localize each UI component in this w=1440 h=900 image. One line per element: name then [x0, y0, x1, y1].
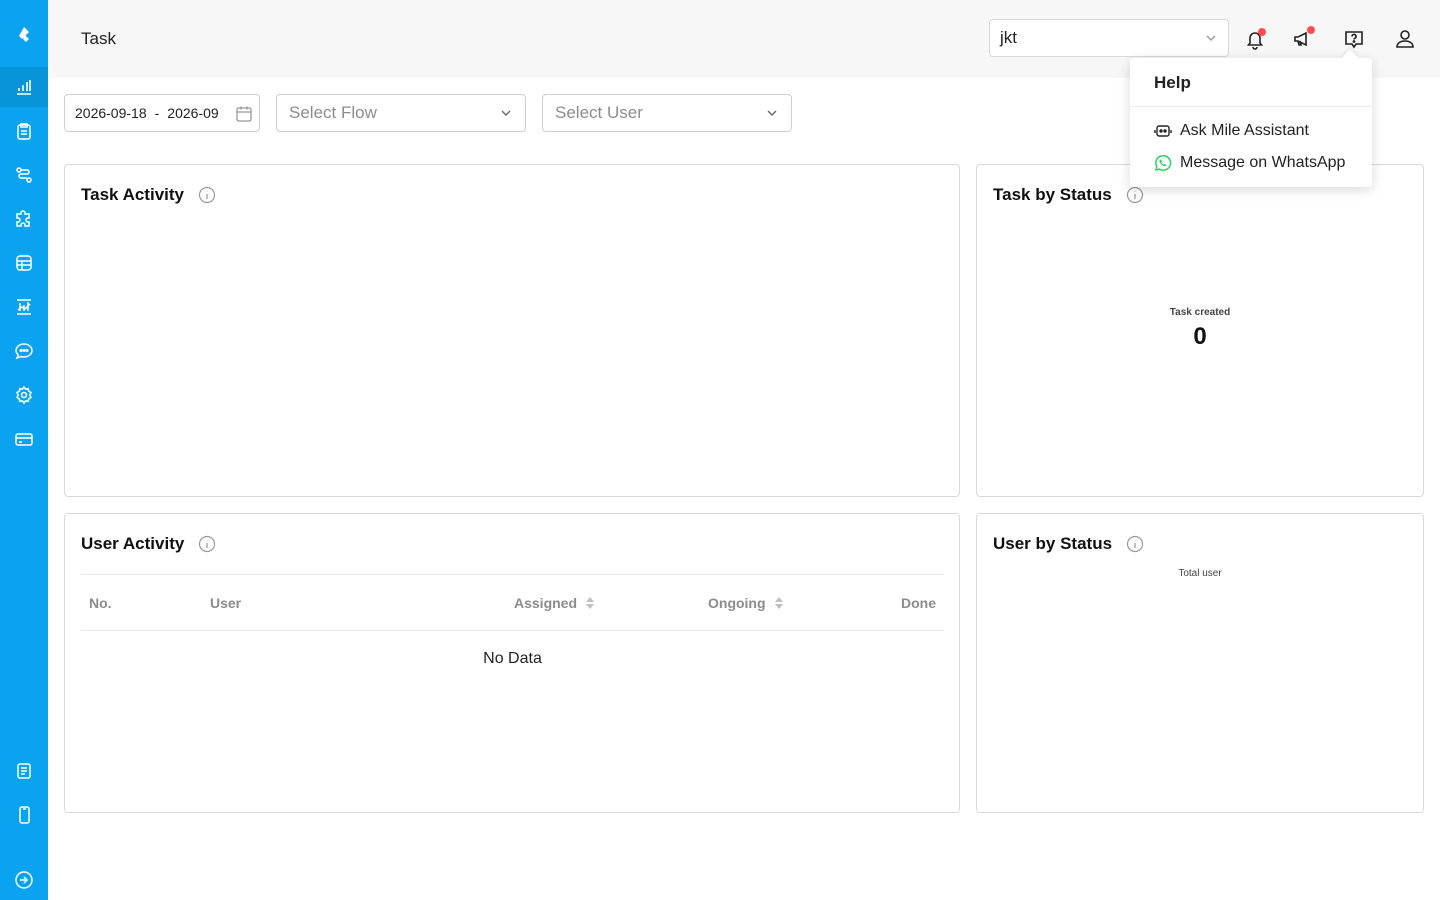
sidebar — [0, 0, 48, 900]
chevron-down-icon — [501, 110, 511, 116]
sidebar-item-flow[interactable] — [0, 155, 48, 195]
info-icon[interactable] — [198, 535, 216, 553]
info-icon[interactable] — [1126, 535, 1144, 553]
task-activity-card: Task Activity — [64, 164, 960, 497]
table-header: No. User Assigned Ongoing Done — [81, 574, 944, 631]
user-icon — [1396, 30, 1414, 48]
notifications-button[interactable] — [1238, 22, 1272, 56]
user-select-placeholder: Select User — [555, 103, 643, 122]
sidebar-item-database[interactable] — [0, 243, 48, 283]
user-activity-card: User Activity No. User Assigned Ongoing … — [64, 513, 960, 813]
help-icon — [1345, 31, 1363, 49]
sort-icon[interactable] — [774, 596, 784, 610]
sidebar-item-reports[interactable] — [0, 287, 48, 327]
logo-icon[interactable] — [0, 15, 48, 55]
clipboard-icon — [17, 123, 31, 140]
flow-select[interactable]: Select Flow — [276, 94, 526, 132]
task-created-label: Task created — [1169, 307, 1231, 318]
page-title: Task — [81, 29, 116, 48]
card-title-text: User by Status — [993, 534, 1113, 553]
calendar-icon — [235, 105, 253, 123]
chevron-down-icon — [1206, 35, 1216, 41]
task-created-value: 0 — [1193, 323, 1207, 350]
mobile-icon — [19, 806, 30, 824]
card-title-text: Task Activity — [81, 185, 184, 204]
puzzle-icon — [16, 210, 30, 227]
database-icon — [16, 255, 32, 271]
user-activity-title: User Activity — [81, 534, 216, 554]
document-icon — [17, 763, 31, 779]
workspace-select-value: jkt — [1000, 28, 1017, 47]
profile-button[interactable] — [1388, 22, 1422, 56]
report-icon — [17, 299, 31, 315]
column-no: No. — [89, 595, 112, 611]
chevron-down-icon — [767, 110, 777, 116]
robot-icon — [1154, 125, 1172, 137]
empty-state: No Data — [483, 650, 542, 667]
date-end[interactable]: 2026-09 — [167, 105, 218, 121]
announcements-button[interactable] — [1285, 22, 1319, 56]
user-select[interactable]: Select User — [542, 94, 792, 132]
gear-icon — [16, 385, 32, 405]
help-popover: Help Ask Mile Assistant Message on Whats… — [1130, 58, 1372, 187]
card-title-text: User Activity — [81, 534, 185, 553]
sidebar-item-settings[interactable] — [0, 375, 48, 415]
info-icon[interactable] — [1126, 186, 1144, 204]
logout-icon — [15, 871, 33, 889]
date-range-picker[interactable]: 2026-09-18 - 2026-09 — [64, 94, 260, 132]
sidebar-item-analytics[interactable] — [0, 67, 48, 107]
chat-icon — [15, 343, 33, 360]
menu-item-ask-assistant[interactable]: Ask Mile Assistant — [1154, 122, 1309, 140]
divider — [1130, 106, 1372, 107]
date-start[interactable]: 2026-09-18 — [75, 105, 147, 121]
column-ongoing[interactable]: Ongoing — [708, 595, 784, 611]
sidebar-item-docs[interactable] — [0, 751, 48, 791]
user-by-status-title: User by Status — [993, 534, 1144, 554]
sidebar-item-logout[interactable] — [0, 860, 48, 900]
bar-chart-icon — [17, 80, 31, 95]
flow-icon — [16, 167, 32, 183]
notification-dot — [1258, 28, 1266, 36]
card-icon — [15, 433, 33, 446]
column-done: Done — [901, 595, 936, 611]
help-popover-title: Help — [1154, 73, 1191, 92]
column-user: User — [210, 595, 242, 611]
main-content: 2026-09-18 - 2026-09 Select Flow Select … — [48, 78, 1440, 900]
sort-icon[interactable] — [585, 596, 595, 610]
card-title-text: Task by Status — [993, 185, 1112, 204]
task-by-status-card: Task by Status Task created 0 — [976, 164, 1424, 497]
whatsapp-icon — [1154, 155, 1172, 172]
task-by-status-title: Task by Status — [993, 185, 1144, 205]
workspace-select[interactable]: jkt — [989, 19, 1229, 57]
task-activity-title: Task Activity — [81, 185, 216, 205]
column-assigned[interactable]: Assigned — [514, 595, 595, 611]
sidebar-item-chat[interactable] — [0, 331, 48, 371]
sidebar-item-billing[interactable] — [0, 419, 48, 459]
announcement-dot — [1307, 26, 1315, 34]
sidebar-item-integrations[interactable] — [0, 199, 48, 239]
date-separator: - — [154, 105, 160, 121]
user-by-status-card: User by Status Total user — [976, 513, 1424, 813]
menu-item-whatsapp[interactable]: Message on WhatsApp — [1154, 154, 1345, 172]
sidebar-item-tasks[interactable] — [0, 111, 48, 151]
user-activity-table: No. User Assigned Ongoing Done No Data — [81, 574, 944, 667]
flow-select-placeholder: Select Flow — [289, 103, 377, 122]
help-button[interactable] — [1337, 22, 1371, 56]
total-user-label: Total user — [1178, 568, 1222, 579]
sidebar-item-mobile[interactable] — [0, 795, 48, 835]
info-icon[interactable] — [198, 186, 216, 204]
